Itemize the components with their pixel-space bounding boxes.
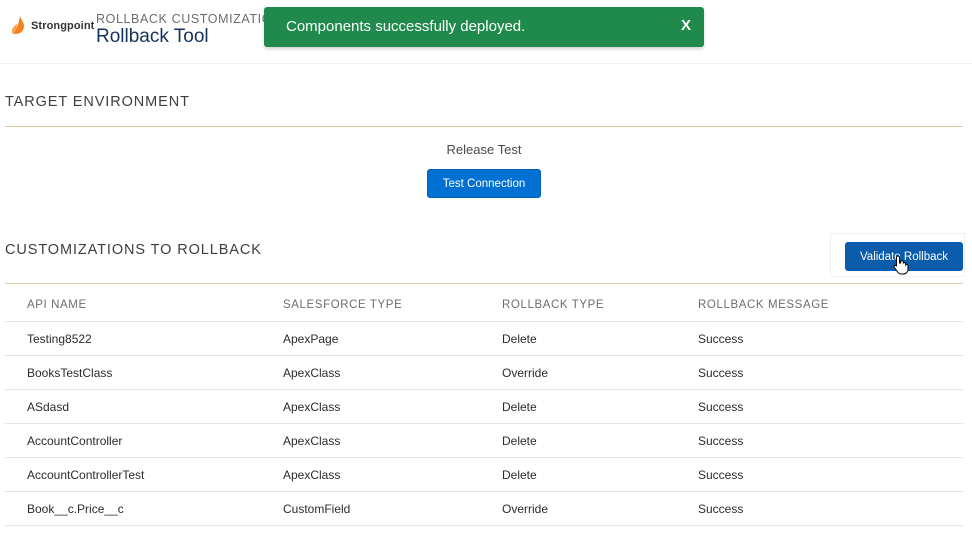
cell-rollback-type: Delete bbox=[502, 332, 537, 346]
cell-salesforce-type: ApexClass bbox=[283, 366, 341, 380]
cell-rollback-message: Success bbox=[698, 332, 744, 346]
page-subtitle: ROLLBACK CUSTOMIZATION bbox=[96, 12, 282, 26]
column-header-salesforce-type[interactable]: SALESFORCE TYPE bbox=[283, 299, 402, 311]
cell-rollback-type: Delete bbox=[502, 434, 537, 448]
cell-api-name: BooksTestClass bbox=[27, 366, 113, 380]
table-row[interactable]: AccountController ApexClass Delete Succe… bbox=[5, 424, 963, 458]
cell-api-name: AccountController bbox=[27, 434, 123, 448]
cell-rollback-type: Delete bbox=[502, 468, 537, 482]
cell-rollback-message: Success bbox=[698, 434, 744, 448]
table-row[interactable]: Testing8522 ApexPage Delete Success bbox=[5, 322, 963, 356]
cell-rollback-message: Success bbox=[698, 502, 744, 516]
cell-salesforce-type: ApexClass bbox=[283, 400, 341, 414]
page-title: Rollback Tool bbox=[96, 26, 209, 47]
cell-salesforce-type: ApexClass bbox=[283, 434, 341, 448]
test-connection-button[interactable]: Test Connection bbox=[427, 169, 541, 198]
environment-name: Release Test bbox=[446, 142, 522, 157]
column-header-rollback-message[interactable]: ROLLBACK MESSAGE bbox=[698, 299, 829, 311]
table-header: API NAME SALESFORCE TYPE ROLLBACK TYPE R… bbox=[5, 289, 963, 322]
toast-close-button[interactable]: X bbox=[681, 17, 691, 34]
strongpoint-flame-icon bbox=[11, 16, 25, 34]
cell-api-name: AccountControllerTest bbox=[27, 468, 145, 482]
customizations-heading: CUSTOMIZATIONS TO ROLLBACK bbox=[5, 242, 262, 258]
cell-salesforce-type: CustomField bbox=[283, 502, 351, 516]
toast-message: Components successfully deployed. bbox=[286, 18, 526, 35]
table-row[interactable]: Book__c.Price__c CustomField Override Su… bbox=[5, 492, 963, 526]
table-row[interactable]: ASdasd ApexClass Delete Success bbox=[5, 390, 963, 424]
cell-salesforce-type: ApexPage bbox=[283, 332, 339, 346]
cell-rollback-type: Delete bbox=[502, 400, 537, 414]
cell-rollback-message: Success bbox=[698, 400, 744, 414]
hand-pointer-icon bbox=[893, 255, 909, 275]
target-environment-divider bbox=[5, 126, 963, 127]
customizations-divider bbox=[5, 283, 963, 284]
cell-api-name: Book__c.Price__c bbox=[27, 502, 124, 516]
customizations-table: API NAME SALESFORCE TYPE ROLLBACK TYPE R… bbox=[5, 289, 963, 526]
column-header-api-name[interactable]: API NAME bbox=[27, 299, 87, 311]
cell-rollback-type: Override bbox=[502, 502, 549, 516]
cell-api-name: Testing8522 bbox=[27, 332, 92, 346]
cell-salesforce-type: ApexClass bbox=[283, 468, 341, 482]
cell-rollback-message: Success bbox=[698, 366, 744, 380]
cell-rollback-message: Success bbox=[698, 468, 744, 482]
strongpoint-logo[interactable]: Strongpoint bbox=[11, 15, 94, 37]
cell-rollback-type: Override bbox=[502, 366, 549, 380]
column-header-rollback-type[interactable]: ROLLBACK TYPE bbox=[502, 299, 604, 311]
table-row[interactable]: AccountControllerTest ApexClass Delete S… bbox=[5, 458, 963, 492]
cell-api-name: ASdasd bbox=[27, 400, 70, 414]
success-toast: Components successfully deployed. X bbox=[264, 7, 704, 47]
logo-text: Strongpoint bbox=[31, 20, 95, 32]
table-row[interactable]: BooksTestClass ApexClass Override Succes… bbox=[5, 356, 963, 390]
target-environment-heading: TARGET ENVIRONMENT bbox=[5, 94, 190, 110]
